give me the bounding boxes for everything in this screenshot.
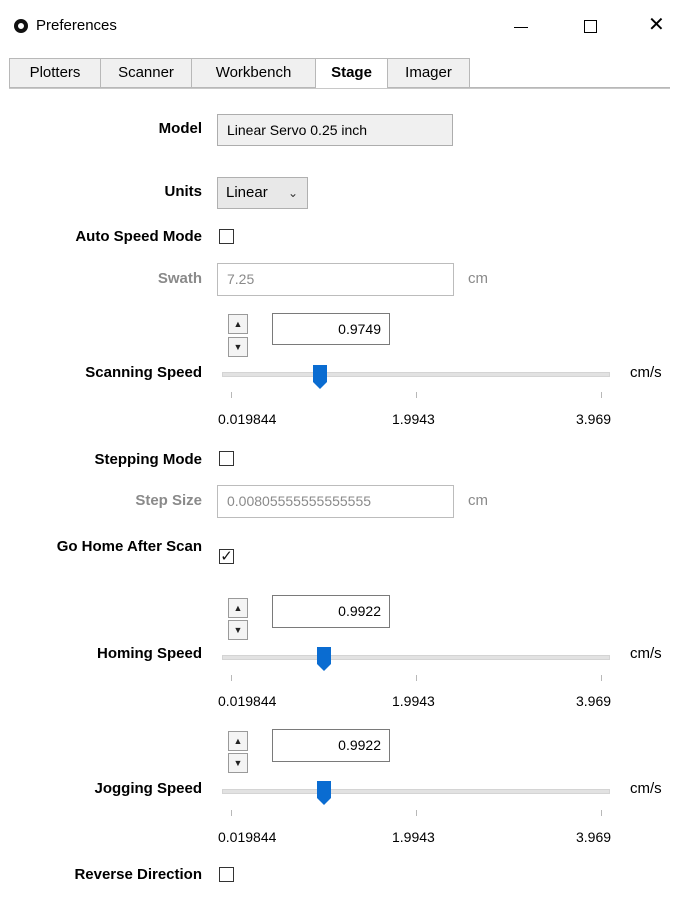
chevron-down-icon: ⌄ (288, 186, 299, 200)
scanning-speed-mid-label: 1.9943 (392, 411, 435, 427)
jogging-speed-mid-label: 1.9943 (392, 829, 435, 845)
jogging-speed-track (222, 789, 610, 794)
homing-speed-down-button[interactable]: ▼ (228, 620, 248, 640)
minimize-button[interactable] (498, 10, 544, 44)
scanning-speed-up-button[interactable]: ▲ (228, 314, 248, 334)
homing-speed-field[interactable]: 0.9922 (272, 595, 390, 628)
tab-plotters[interactable]: Plotters (9, 58, 101, 88)
units-dropdown[interactable]: Linear ⌄ (217, 177, 308, 209)
homing-speed-max-label: 3.969 (576, 693, 612, 709)
scanning-speed-unit: cm/s (630, 364, 662, 381)
jogging-speed-tick-max (601, 810, 602, 816)
tab-scanner[interactable]: Scanner (100, 58, 192, 88)
scanning-speed-tick-max (601, 392, 602, 398)
minimize-icon (514, 27, 528, 28)
close-button[interactable]: ✕ (636, 10, 682, 44)
step-size-field[interactable]: 0.00805555555555555 (217, 485, 454, 518)
jogging-speed-max-label: 3.969 (576, 829, 612, 845)
homing-speed-tick-mid (416, 675, 417, 681)
step-size-unit: cm (468, 492, 488, 509)
maximize-icon (584, 20, 597, 33)
scanning-speed-max-label: 3.969 (576, 411, 612, 427)
homing-speed-tick-min (231, 675, 232, 681)
scanning-speed-label: Scanning Speed (85, 364, 202, 381)
tab-stage[interactable]: Stage (315, 58, 388, 89)
reverse-direction-label: Reverse Direction (74, 866, 202, 883)
maximize-button[interactable] (568, 10, 614, 44)
go-home-after-scan-checkbox[interactable]: ✓ (219, 549, 234, 564)
model-field: Linear Servo 0.25 inch (217, 114, 453, 146)
swath-field[interactable]: 7.25 (217, 263, 454, 296)
scanning-speed-slider-thumb[interactable] (312, 364, 328, 390)
content-divider (9, 88, 670, 89)
window-title: Preferences (36, 17, 117, 34)
jogging-speed-up-button[interactable]: ▲ (228, 731, 248, 751)
jogging-speed-min-label: 0.019844 (218, 829, 277, 845)
homing-speed-label: Homing Speed (96, 645, 202, 662)
units-value: Linear (226, 184, 268, 201)
homing-speed-slider-thumb[interactable] (316, 646, 332, 672)
tab-imager[interactable]: Imager (387, 58, 470, 88)
swath-label: Swath (157, 270, 202, 287)
homing-speed-tick-max (601, 675, 602, 681)
jogging-speed-tick-min (231, 810, 232, 816)
stepping-mode-label: Stepping Mode (94, 451, 203, 468)
homing-speed-min-label: 0.019844 (218, 693, 277, 709)
homing-speed-up-button[interactable]: ▲ (228, 598, 248, 618)
jogging-speed-down-button[interactable]: ▼ (228, 753, 248, 773)
units-label: Units (164, 183, 203, 200)
scanning-speed-track (222, 372, 610, 377)
swath-unit: cm (468, 270, 488, 287)
jogging-speed-tick-mid (416, 810, 417, 816)
jogging-speed-field[interactable]: 0.9922 (272, 729, 390, 762)
jogging-speed-slider-thumb[interactable] (316, 780, 332, 806)
homing-speed-mid-label: 1.9943 (392, 693, 435, 709)
homing-speed-track (222, 655, 610, 660)
homing-speed-unit: cm/s (630, 645, 662, 662)
scanning-speed-field[interactable]: 0.9749 (272, 313, 390, 345)
scanning-speed-down-button[interactable]: ▼ (228, 337, 248, 357)
stepping-mode-checkbox[interactable] (219, 451, 234, 466)
scanning-speed-tick-mid (416, 392, 417, 398)
model-label: Model (158, 120, 202, 137)
tab-workbench[interactable]: Workbench (191, 58, 316, 88)
reverse-direction-checkbox[interactable] (219, 867, 234, 882)
app-icon (14, 19, 28, 33)
scanning-speed-tick-min (231, 392, 232, 398)
auto-speed-mode-label: Auto Speed Mode (75, 228, 202, 245)
title-bar: Preferences ✕ (0, 0, 684, 52)
jogging-speed-label: Jogging Speed (94, 780, 202, 797)
go-home-after-scan-label: Go Home After Scan (56, 538, 202, 555)
scanning-speed-min-label: 0.019844 (218, 411, 277, 427)
auto-speed-mode-checkbox[interactable] (219, 229, 234, 244)
checkmark-icon: ✓ (220, 548, 233, 565)
step-size-label: Step Size (135, 492, 202, 509)
close-icon: ✕ (648, 14, 665, 36)
jogging-speed-unit: cm/s (630, 780, 662, 797)
